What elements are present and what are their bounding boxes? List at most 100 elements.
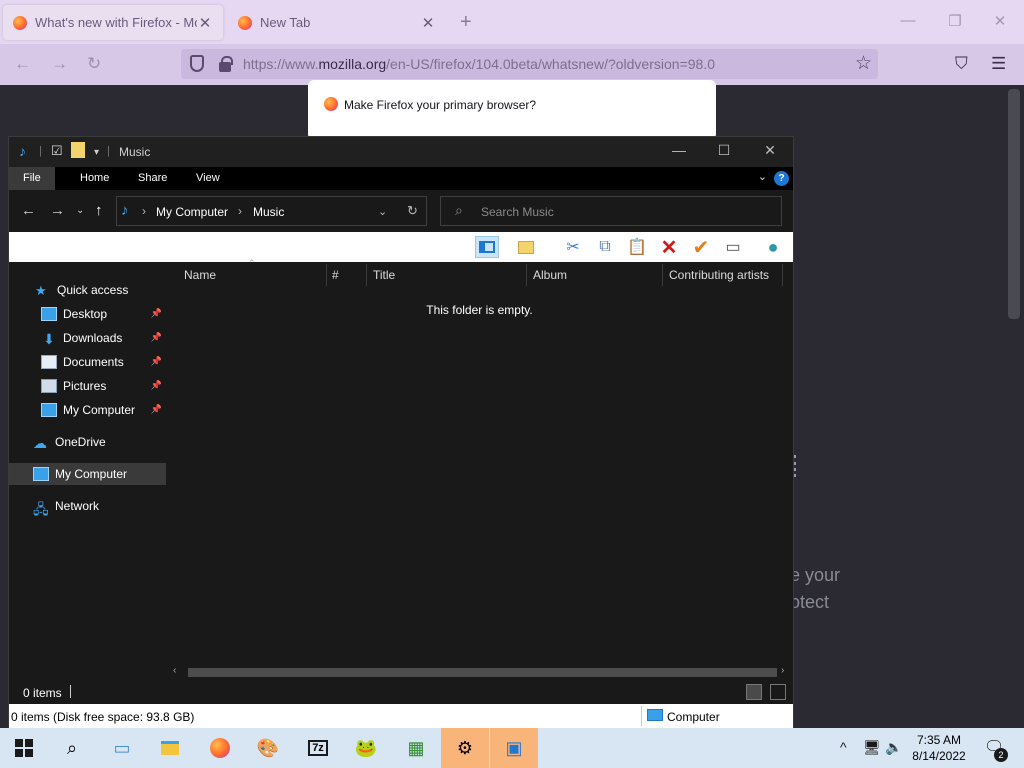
preview-pane-icon[interactable] — [475, 236, 499, 258]
search-button[interactable]: ⌕ — [48, 728, 96, 768]
close-window-icon[interactable]: ✕ — [760, 142, 780, 159]
search-placeholder[interactable]: Search Music — [481, 205, 554, 219]
nav-item-desktop[interactable]: Desktop 📌 — [9, 303, 166, 325]
recent-locations-icon[interactable]: ⌄ — [76, 205, 84, 216]
firefox-icon — [210, 738, 230, 758]
lock-icon[interactable] — [219, 56, 233, 72]
properties-icon[interactable]: ☑ — [51, 143, 63, 159]
page-scrollbar[interactable] — [1008, 89, 1020, 319]
column-header-name[interactable]: Name — [184, 268, 216, 282]
url-text[interactable]: https://www.mozilla.org/en-US/firefox/10… — [243, 56, 715, 72]
taskbar-app-control-panel[interactable]: ▣ — [490, 728, 538, 768]
new-folder-icon[interactable] — [71, 142, 85, 161]
address-dropdown-icon[interactable]: ⌄ — [378, 205, 387, 218]
forward-icon[interactable]: → — [51, 54, 68, 74]
nav-item-my-computer[interactable]: My Computer — [9, 463, 166, 485]
up-icon[interactable]: ↑ — [95, 202, 103, 219]
column-divider[interactable] — [662, 264, 663, 286]
close-tab-icon[interactable]: ✕ — [420, 14, 436, 32]
column-divider[interactable] — [366, 264, 367, 286]
taskbar-app-firefox[interactable] — [196, 728, 244, 768]
minimize-icon[interactable]: — — [669, 142, 689, 158]
shield-icon[interactable] — [190, 55, 204, 72]
paste-icon[interactable]: 📋 — [625, 236, 649, 258]
url-bar[interactable]: https://www.mozilla.org/en-US/firefox/10… — [181, 49, 878, 79]
scrollbar-thumb[interactable] — [188, 668, 777, 677]
delete-icon[interactable]: ✕ — [657, 236, 681, 259]
page-text-line-2: otect — [790, 592, 830, 612]
taskbar-app-7zip[interactable]: 7z — [294, 728, 342, 768]
column-divider[interactable] — [782, 264, 783, 286]
taskbar-app-drive[interactable]: ▭ — [98, 728, 146, 768]
column-header-album[interactable]: Album — [533, 268, 567, 282]
forward-icon[interactable]: → — [50, 202, 65, 219]
menu-icon[interactable]: ☰ — [991, 54, 1006, 74]
tab-new-tab[interactable]: New Tab ✕ — [228, 5, 446, 40]
taskbar-app-paint[interactable]: 🎨 — [244, 728, 292, 768]
nav-item-onedrive[interactable]: ☁ OneDrive — [9, 431, 166, 453]
pocket-icon[interactable]: ⛉ — [955, 54, 968, 74]
reload-icon[interactable]: ↻ — [87, 54, 101, 74]
taskbar-app-notes[interactable]: ▦ — [392, 728, 440, 768]
nav-item-downloads[interactable]: ⬇ Downloads 📌 — [9, 327, 166, 349]
refresh-icon[interactable]: ↻ — [407, 203, 418, 219]
document-icon — [41, 355, 57, 369]
customize-quick-access-icon[interactable]: ▾ — [94, 147, 99, 158]
tab-file[interactable]: File — [9, 167, 55, 190]
network-status-icon[interactable]: 🖥 — [863, 739, 881, 756]
breadcrumb-separator[interactable]: › — [142, 204, 146, 218]
item-count: 0 items — [23, 686, 62, 700]
help-icon[interactable]: ? — [774, 171, 789, 186]
column-divider[interactable] — [526, 264, 527, 286]
rename-icon[interactable]: ✔ — [689, 236, 713, 259]
close-tab-icon[interactable]: ✕ — [197, 14, 213, 32]
taskbar-app-settings[interactable]: ⚙ — [441, 728, 489, 768]
breadcrumb-music[interactable]: Music — [253, 205, 284, 219]
back-icon[interactable]: ← — [14, 54, 31, 74]
tab-home[interactable]: Home — [66, 167, 123, 190]
tab-whats-new[interactable]: What's new with Firefox - More ✕ — [3, 5, 223, 40]
volume-icon[interactable]: 🔈 — [885, 739, 902, 756]
globe-icon[interactable]: ● — [761, 236, 785, 258]
start-button[interactable] — [0, 728, 48, 768]
minimize-icon[interactable]: — — [898, 12, 918, 29]
back-icon[interactable]: ← — [21, 202, 36, 219]
dropdown-icon[interactable]: ▾ — [539, 236, 563, 258]
properties-icon[interactable]: ▭ — [721, 236, 745, 258]
bookmark-star-icon[interactable]: ☆ — [855, 52, 872, 75]
scroll-right-icon[interactable]: › — [781, 665, 784, 676]
column-header-title[interactable]: Title — [373, 268, 395, 282]
maximize-icon[interactable]: ☐ — [714, 142, 734, 159]
7zip-icon: 7z — [308, 740, 328, 756]
tab-share[interactable]: Share — [124, 167, 181, 190]
breadcrumb-my-computer[interactable]: My Computer — [156, 205, 228, 219]
system-clock[interactable]: 7:35 AM 8/14/2022 — [904, 732, 974, 764]
taskbar-app-explorer[interactable] — [146, 728, 194, 768]
nav-item-documents[interactable]: Documents 📌 — [9, 351, 166, 373]
show-hidden-icons-icon[interactable]: ^ — [840, 739, 847, 755]
search-box[interactable]: ⌕ Search Music — [440, 196, 782, 226]
nav-item-quick-access[interactable]: ★ Quick access — [9, 279, 166, 301]
expand-ribbon-icon[interactable]: ⌄ — [758, 170, 767, 183]
column-header-contributing-artists[interactable]: Contributing artists — [669, 268, 769, 282]
column-header-number[interactable]: # — [332, 268, 339, 282]
new-folder-icon[interactable] — [514, 236, 538, 258]
taskbar-app-frog[interactable]: 🐸 — [342, 728, 390, 768]
restore-icon[interactable]: ❐ — [945, 12, 965, 30]
cut-icon[interactable]: ✂ — [561, 236, 585, 258]
horizontal-scrollbar[interactable]: ‹ › — [166, 664, 793, 680]
address-bar[interactable]: ♪ › My Computer › Music ⌄ ↻ — [116, 196, 427, 226]
address-row: ← → ⌄ ↑ ♪ › My Computer › Music ⌄ ↻ ⌕ Se… — [9, 190, 793, 232]
column-divider[interactable] — [326, 264, 327, 286]
copy-icon[interactable]: ⧉ — [593, 236, 617, 258]
breadcrumb-separator[interactable]: › — [238, 204, 242, 218]
large-icons-view-icon[interactable] — [770, 684, 786, 700]
close-window-icon[interactable]: ✕ — [990, 12, 1010, 30]
details-view-icon[interactable] — [746, 684, 762, 700]
nav-item-my-computer-pinned[interactable]: My Computer 📌 — [9, 399, 166, 421]
tab-view[interactable]: View — [182, 167, 234, 190]
scroll-left-icon[interactable]: ‹ — [173, 665, 176, 676]
nav-item-pictures[interactable]: Pictures 📌 — [9, 375, 166, 397]
new-tab-icon[interactable]: + — [460, 12, 472, 32]
nav-item-network[interactable]: 🖧 Network — [9, 495, 166, 517]
